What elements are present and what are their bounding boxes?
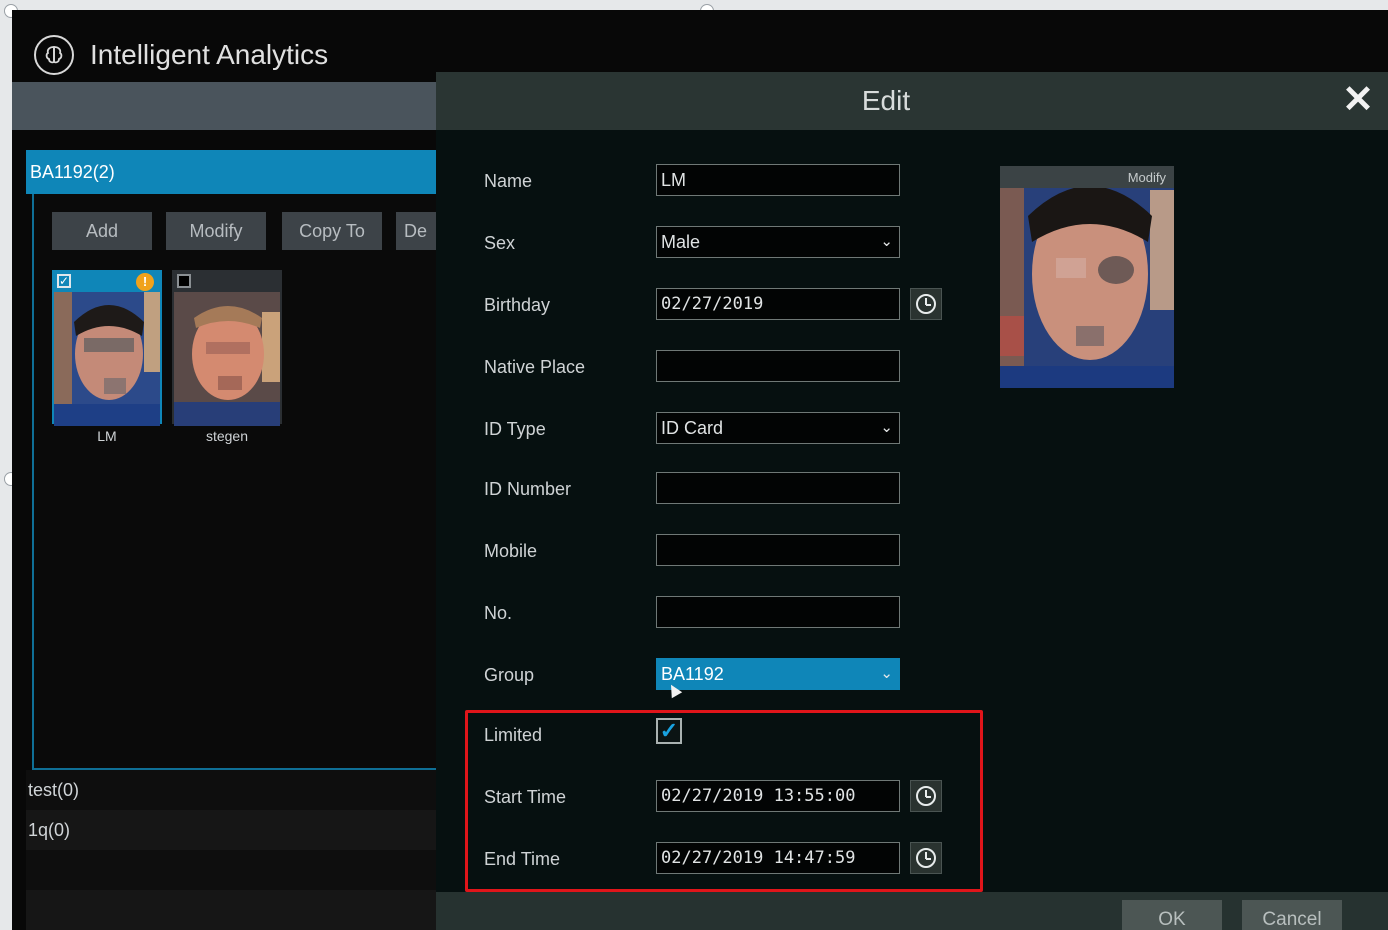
edit-dialog: Edit ✕ Name LM Sex Male ⌄ Birthday 02/27… — [436, 72, 1388, 930]
name-field[interactable]: LM — [656, 164, 900, 196]
chevron-down-icon: ⌄ — [880, 233, 893, 250]
thumbnail-topbar: ✓ ! — [54, 272, 160, 292]
birthday-clock-button[interactable] — [910, 288, 942, 320]
group-header-ba1192[interactable]: BA1192(2) — [26, 150, 446, 194]
name-label: Name — [484, 171, 533, 191]
app-title-bar: Intelligent Analytics — [34, 32, 328, 78]
app-title: Intelligent Analytics — [90, 39, 329, 70]
face-image-lm — [54, 292, 160, 426]
birthday-field[interactable]: 02/27/2019 — [656, 288, 900, 320]
id-number-label: ID Number — [484, 479, 572, 499]
thumbnail-label-lm: LM — [97, 428, 117, 444]
copy-to-button[interactable]: Copy To — [282, 212, 382, 250]
ok-button[interactable]: OK — [1122, 900, 1222, 930]
thumbnail-topbar — [174, 272, 280, 292]
sex-label: Sex — [484, 233, 516, 253]
group-select[interactable]: BA1192 ⌄ — [656, 658, 900, 690]
modify-button[interactable]: Modify — [166, 212, 266, 250]
clock-icon — [916, 848, 936, 868]
native-place-field[interactable] — [656, 350, 900, 382]
delete-button[interactable]: De — [396, 212, 440, 250]
face-preview-image — [1000, 166, 1174, 388]
warning-icon: ! — [136, 273, 154, 291]
thumbnail-label-stegen: stegen — [205, 428, 249, 444]
chevron-down-icon: ⌄ — [880, 665, 893, 682]
no-label: No. — [484, 603, 513, 623]
clock-icon — [916, 294, 936, 314]
end-time-clock-button[interactable] — [910, 842, 942, 874]
limited-checkbox[interactable]: ✓ — [656, 718, 682, 744]
face-thumbnail-lm[interactable]: ✓ ! — [52, 270, 162, 426]
id-type-select-value: ID Card — [661, 418, 724, 438]
sex-select-value: Male — [661, 232, 701, 252]
group-row-empty — [26, 890, 446, 930]
face-image-stegen — [174, 292, 280, 426]
thumbnail-checkbox[interactable]: ✓ — [57, 274, 71, 288]
dialog-title: Edit — [861, 85, 911, 116]
native-place-label: Native Place — [484, 357, 586, 377]
no-field[interactable] — [656, 596, 900, 628]
group-row-empty — [26, 850, 446, 890]
chevron-down-icon: ⌄ — [880, 419, 893, 436]
end-time-label: End Time — [484, 849, 561, 869]
start-time-clock-button[interactable] — [910, 780, 942, 812]
start-time-label: Start Time — [484, 787, 567, 807]
sex-select[interactable]: Male ⌄ — [656, 226, 900, 258]
preview-modify-label[interactable]: Modify — [1128, 170, 1166, 185]
close-icon[interactable]: ✕ — [1340, 81, 1376, 119]
thumbnail-checkbox[interactable] — [177, 274, 191, 288]
mobile-label: Mobile — [484, 541, 538, 561]
id-type-select[interactable]: ID Card ⌄ — [656, 412, 900, 444]
cancel-button[interactable]: Cancel — [1242, 900, 1342, 930]
add-button[interactable]: Add — [52, 212, 152, 250]
group-label: Group — [484, 665, 535, 685]
nvr-screen: Intelligent Analytics BA1192(2) Add Modi… — [12, 10, 1388, 930]
face-thumbnail-stegen[interactable] — [172, 270, 282, 426]
id-type-label: ID Type — [484, 419, 546, 439]
group-select-value: BA1192 — [661, 664, 724, 684]
start-time-field[interactable]: 02/27/2019 13:55:00 — [656, 780, 900, 812]
face-preview[interactable]: Modify — [1000, 166, 1174, 388]
end-time-field[interactable]: 02/27/2019 14:47:59 — [656, 842, 900, 874]
clock-icon — [916, 786, 936, 806]
group-row-test[interactable]: test(0) — [26, 770, 446, 810]
limited-label: Limited — [484, 725, 543, 745]
group-row-1q[interactable]: 1q(0) — [26, 810, 446, 850]
birthday-label: Birthday — [484, 295, 551, 315]
id-number-field[interactable] — [656, 472, 900, 504]
brain-icon — [34, 35, 74, 75]
mobile-field[interactable] — [656, 534, 900, 566]
